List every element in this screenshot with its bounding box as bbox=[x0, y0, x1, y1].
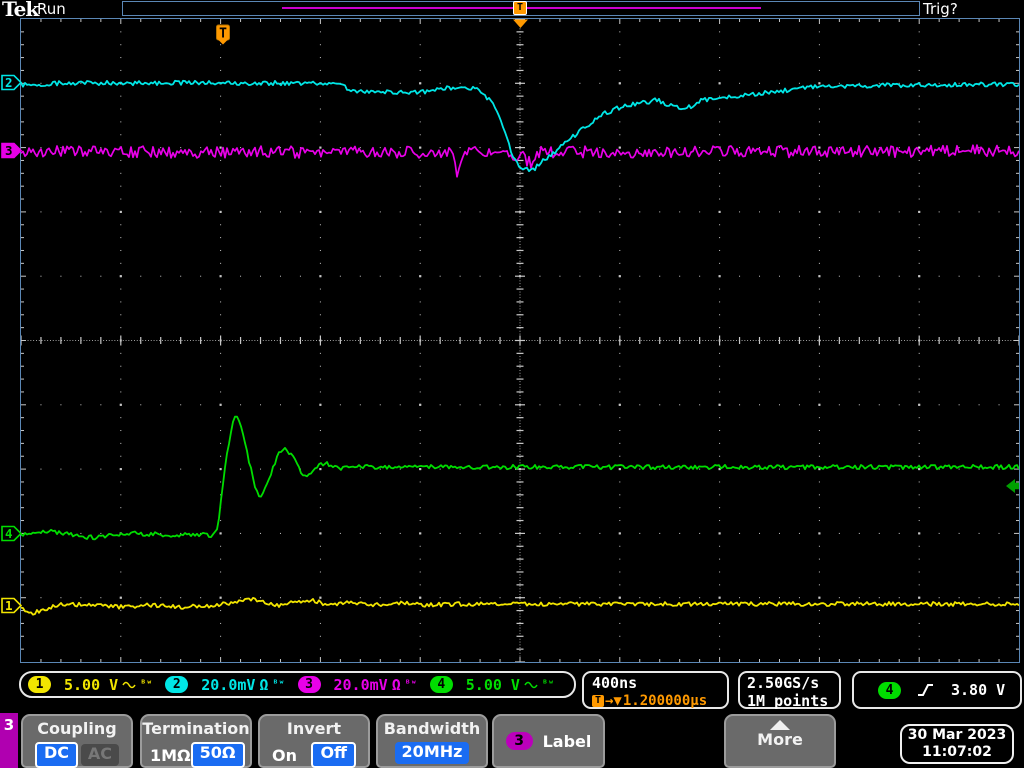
bandwidth-value[interactable]: 20MHz bbox=[394, 742, 470, 764]
invert-title: Invert bbox=[286, 719, 342, 738]
sine-icon bbox=[524, 681, 538, 688]
acquisition-status: Run bbox=[37, 0, 66, 18]
svg-text:T: T bbox=[219, 27, 227, 42]
termination-1meg-option[interactable]: 1MΩ bbox=[150, 746, 191, 765]
termination-50ohm-option[interactable]: 50Ω bbox=[190, 742, 245, 768]
rising-edge-icon bbox=[918, 684, 933, 696]
channel3-scale: 20.0mV Ω ᴮʷ bbox=[333, 675, 417, 694]
record-length: 1M points bbox=[747, 692, 829, 710]
coupling-dc-option[interactable]: DC bbox=[35, 742, 79, 768]
svg-text:4: 4 bbox=[5, 526, 13, 541]
date: 30 Mar 2023 bbox=[907, 727, 1007, 743]
delay-arrows: →▼ bbox=[605, 693, 622, 709]
timebase-scale: 400ns bbox=[592, 674, 638, 692]
trigger-status: Trig? bbox=[923, 0, 958, 18]
grid-dots bbox=[21, 19, 1019, 662]
bandwidth-limit-indicator: ᴮʷ bbox=[272, 679, 285, 690]
graticule: T bbox=[20, 18, 1020, 663]
delay-readout: T →▼ 1.200000µs bbox=[592, 693, 727, 709]
channel3-ground-marker[interactable]: 3 bbox=[1, 142, 23, 159]
svg-text:2: 2 bbox=[5, 75, 13, 90]
oscilloscope-screen: Tek Run T Trig? T 2 3 4 1 1 5.00 V ᴮʷ 2 … bbox=[0, 0, 1024, 768]
bandwidth-limit-indicator: ᴮʷ bbox=[140, 679, 153, 690]
channel4-scale: 5.00 V ᴮʷ bbox=[465, 675, 554, 694]
sample-rate: 2.50GS/s bbox=[747, 674, 820, 692]
coupling-ac-option[interactable]: AC bbox=[80, 744, 119, 766]
channel2-ground-marker[interactable]: 2 bbox=[1, 74, 23, 91]
channel4-ground-marker[interactable]: 4 bbox=[1, 525, 23, 542]
trigger-level-arrow[interactable] bbox=[1006, 479, 1019, 493]
termination-title: Termination bbox=[142, 719, 250, 738]
datetime-display: 30 Mar 2023 11:07:02 bbox=[900, 724, 1014, 764]
more-button[interactable]: More bbox=[724, 714, 836, 768]
channel1-badge: 1 bbox=[28, 676, 51, 693]
sine-icon bbox=[122, 681, 136, 688]
record-trigger-flag-icon: T bbox=[513, 1, 527, 15]
svg-text:1: 1 bbox=[5, 598, 13, 613]
channel-readouts: 1 5.00 V ᴮʷ 2 20.0mV Ω ᴮʷ 3 20.0mV Ω ᴮʷ 4 … bbox=[19, 671, 576, 698]
record-preview-bar: T bbox=[122, 1, 920, 16]
delay-value: 1.200000µs bbox=[622, 693, 708, 709]
channel1-scale: 5.00 V ᴮʷ bbox=[64, 675, 153, 694]
coupling-button[interactable]: Coupling DC AC bbox=[21, 714, 133, 768]
acquisition-readout: 2.50GS/s 1M points bbox=[738, 671, 841, 710]
channel2-scale: 20.0mV Ω ᴮʷ bbox=[201, 675, 285, 694]
invert-off-option[interactable]: Off bbox=[311, 742, 356, 768]
channel1-ground-marker[interactable]: 1 bbox=[1, 597, 23, 614]
bandwidth-limit-indicator: ᴮʷ bbox=[541, 679, 554, 690]
label-title: Label bbox=[542, 731, 592, 751]
timebase-readout: 400ns T →▼ 1.200000µs bbox=[582, 671, 729, 709]
trigger-source-badge: 4 bbox=[878, 681, 901, 699]
channel4-badge: 4 bbox=[429, 676, 453, 693]
trigger-t-icon: T bbox=[592, 695, 604, 707]
more-up-arrow-icon bbox=[770, 720, 790, 730]
trigger-point-icon: T bbox=[216, 24, 230, 45]
label-button[interactable]: 3 Label bbox=[492, 714, 605, 768]
coupling-title: Coupling bbox=[37, 719, 117, 738]
more-title: More bbox=[757, 730, 803, 749]
active-channel-tab[interactable]: 3 bbox=[0, 713, 18, 768]
channel3-badge: 3 bbox=[297, 676, 321, 693]
channel2-badge: 2 bbox=[165, 676, 189, 693]
expansion-point-marker bbox=[513, 19, 528, 28]
trigger-readout: 4 3.80 V bbox=[852, 671, 1022, 709]
invert-on-option[interactable]: On bbox=[272, 746, 297, 765]
bandwidth-button[interactable]: Bandwidth 20MHz bbox=[376, 714, 488, 768]
termination-button[interactable]: Termination 1MΩ 50Ω bbox=[140, 714, 252, 768]
svg-text:3: 3 bbox=[5, 143, 13, 158]
bandwidth-title: Bandwidth bbox=[383, 719, 481, 738]
bandwidth-limit-indicator: ᴮʷ bbox=[404, 679, 417, 690]
trigger-level-value: 3.80 V bbox=[951, 681, 1006, 699]
invert-button[interactable]: Invert On Off bbox=[258, 714, 370, 768]
label-channel-badge: 3 bbox=[505, 732, 533, 750]
time: 11:07:02 bbox=[922, 744, 992, 760]
